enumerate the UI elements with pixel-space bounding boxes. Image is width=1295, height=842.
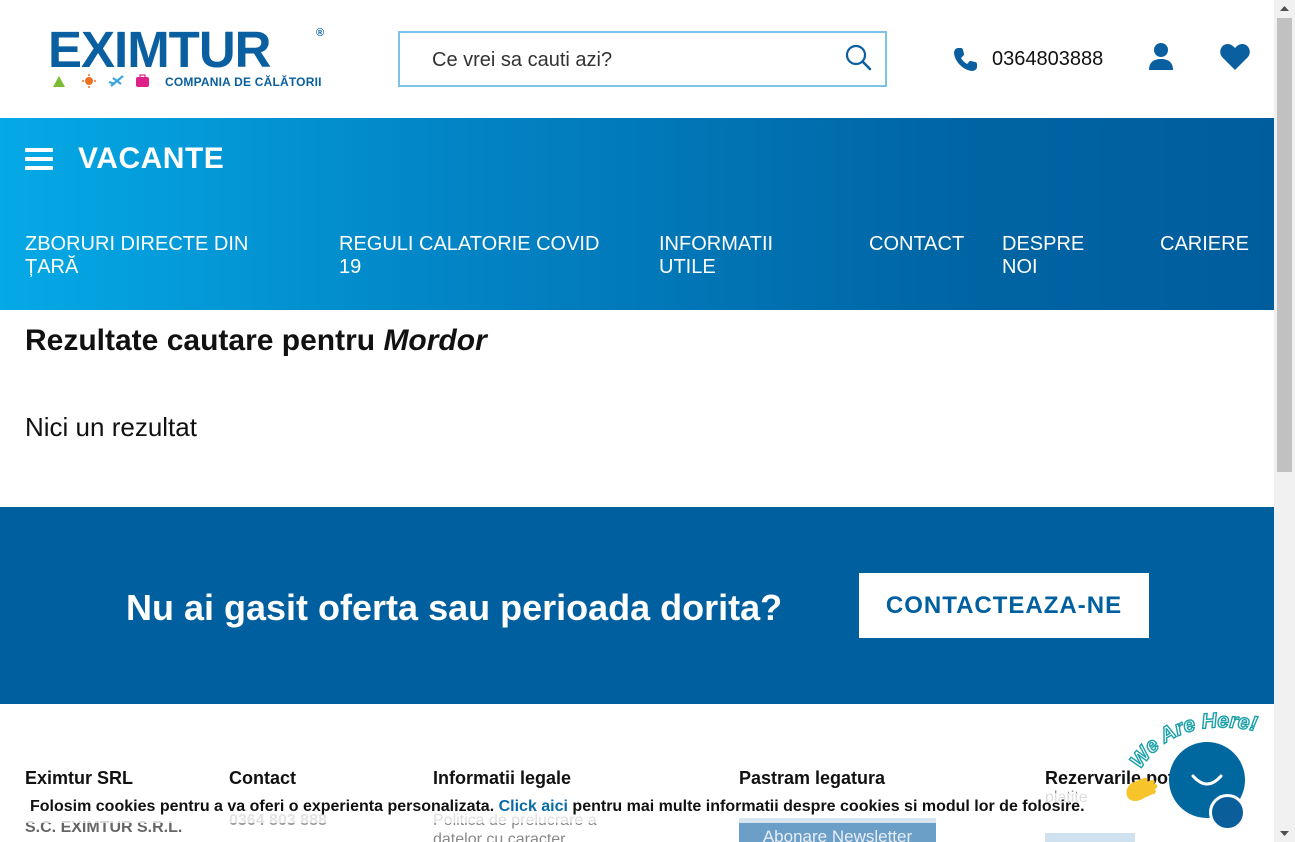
logo-wordmark: EXIMTUR [48, 21, 271, 78]
scroll-up-arrow-icon[interactable] [1274, 0, 1295, 17]
nav-link-zboruri-directe[interactable]: ZBORURI DIRECTE DIN ȚARĂ [25, 233, 285, 279]
footer-company-title: Eximtur SRL [25, 768, 134, 788]
favorites-heart-icon[interactable] [1219, 42, 1251, 72]
page-scrollbar[interactable] [1274, 0, 1295, 842]
cookie-banner: Folosim cookies pentru a va oferi o expe… [0, 793, 1274, 823]
page: EXIMTUR ® COMPANIA DE CĂLĂTORII Ce vrei … [0, 0, 1295, 842]
vacante-label: VACANTE [78, 142, 225, 175]
contacteaza-ne-button[interactable]: CONTACTEAZA-NE [859, 573, 1149, 638]
cookie-text: Folosim cookies pentru a va oferi o expe… [30, 798, 1085, 816]
nav-link-informatii-utile[interactable]: INFORMATII UTILE [659, 233, 799, 279]
nav-link-contact[interactable]: CONTACT [869, 233, 979, 256]
eximtur-logo[interactable]: EXIMTUR ® COMPANIA DE CĂLĂTORII [48, 24, 328, 94]
cookie-info-link[interactable]: Click aici [499, 798, 568, 815]
search-icon[interactable] [844, 43, 874, 73]
main-navigation: VACANTE ZBORURI DIRECTE DIN ȚARĂ REGULI … [0, 118, 1274, 310]
results-title: Rezultate cautare pentru Mordor [25, 324, 487, 358]
chat-notification-dot [1209, 794, 1246, 831]
vacante-menu-button[interactable]: VACANTE [25, 142, 225, 175]
results-title-prefix: Rezultate cautare pentru [25, 324, 376, 357]
cookie-text-after: pentru mai multe informatii despre cooki… [572, 798, 1085, 815]
phone-number: 0364803888 [992, 47, 1104, 70]
logo-travel-icons [53, 74, 149, 88]
footer-privacy-link-cont[interactable]: datelor cu caracter [433, 831, 566, 842]
footer-contact-title: Contact [229, 768, 296, 788]
no-results-message: Nici un rezultat [25, 412, 197, 442]
search-box [398, 31, 887, 87]
waving-hand-icon [1126, 777, 1158, 801]
cookie-text-before: Folosim cookies pentru a va oferi o expe… [30, 798, 495, 815]
nav-link-despre-noi[interactable]: DESPRE NOI [1002, 233, 1102, 279]
logo-tagline: COMPANIA DE CĂLĂTORII [165, 75, 322, 89]
phone-icon [954, 48, 977, 71]
search-input[interactable] [432, 48, 832, 72]
footer-legal-title: Informatii legale [433, 768, 572, 788]
contact-cta-banner: Nu ai gasit oferta sau perioada dorita? … [0, 507, 1274, 704]
scroll-down-arrow-icon[interactable] [1274, 825, 1295, 842]
user-account-icon[interactable] [1147, 42, 1175, 72]
chat-widget: We Are Here! [1110, 698, 1274, 838]
cta-text: Nu ai gasit oferta sau perioada dorita? [126, 587, 783, 628]
logo-registered-mark: ® [316, 27, 325, 39]
footer-keep-in-touch-title: Pastram legatura [739, 768, 886, 788]
site-header: EXIMTUR ® COMPANIA DE CĂLĂTORII Ce vrei … [0, 0, 1274, 118]
nav-link-cariere[interactable]: CARIERE [1160, 233, 1270, 256]
results-query: Mordor [383, 324, 487, 357]
scrollbar-thumb[interactable] [1277, 18, 1292, 472]
page-content: EXIMTUR ® COMPANIA DE CĂLĂTORII Ce vrei … [0, 0, 1274, 842]
phone-contact[interactable]: 0364803888 [952, 44, 1103, 74]
hamburger-menu-icon [25, 148, 53, 170]
chat-smile-icon [1191, 774, 1223, 786]
nav-link-reguli-covid[interactable]: REGULI CALATORIE COVID 19 [339, 233, 609, 279]
